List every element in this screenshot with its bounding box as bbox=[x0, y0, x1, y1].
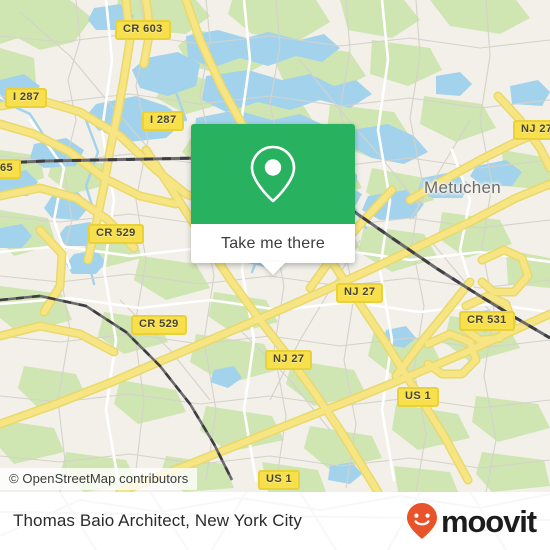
moovit-wordmark: moovit bbox=[440, 503, 537, 539]
map-pin-icon bbox=[250, 145, 296, 203]
road-shield-cr-603: CR 603 bbox=[115, 20, 171, 40]
place-label-metuchen: Metuchen bbox=[424, 178, 502, 197]
callout-header bbox=[191, 124, 355, 224]
map-attribution[interactable]: © OpenStreetMap contributors bbox=[0, 468, 198, 490]
callout-pointer-tail bbox=[260, 262, 286, 275]
moovit-smiley-pin-icon bbox=[406, 503, 437, 539]
road-shield-nj-27-center: NJ 27 bbox=[336, 283, 384, 303]
road-shield-i-287-east: I 287 bbox=[142, 111, 185, 131]
map-canvas[interactable]: CR 603 I 287 I 287 NJ 27 65 CR 529 NJ 27… bbox=[0, 0, 550, 492]
road-shield-cr-529-north: CR 529 bbox=[88, 224, 144, 244]
road-shield-nj-27-southwest: NJ 27 bbox=[265, 350, 313, 370]
moovit-brand-logo[interactable]: moovit bbox=[406, 502, 537, 540]
callout-action-bar[interactable]: Take me there bbox=[191, 224, 355, 275]
map-screenshot: CR 603 I 287 I 287 NJ 27 65 CR 529 NJ 27… bbox=[0, 0, 550, 550]
road-shield-i-287-west: I 287 bbox=[5, 88, 48, 108]
road-shield-cr-531: CR 531 bbox=[459, 311, 515, 331]
road-shield-us-1-south: US 1 bbox=[258, 470, 301, 490]
road-shield-cr-529-south: CR 529 bbox=[131, 315, 187, 335]
road-shield-65: 65 bbox=[0, 159, 22, 179]
take-me-there-label: Take me there bbox=[221, 234, 325, 252]
page-footer: Thomas Baio Architect, New York City moo… bbox=[0, 492, 550, 550]
road-shield-us-1-east: US 1 bbox=[397, 387, 440, 407]
location-callout-card[interactable]: Take me there bbox=[191, 124, 355, 275]
location-title: Thomas Baio Architect, New York City bbox=[13, 511, 302, 530]
road-shield-nj-27-northeast: NJ 27 bbox=[513, 120, 550, 140]
